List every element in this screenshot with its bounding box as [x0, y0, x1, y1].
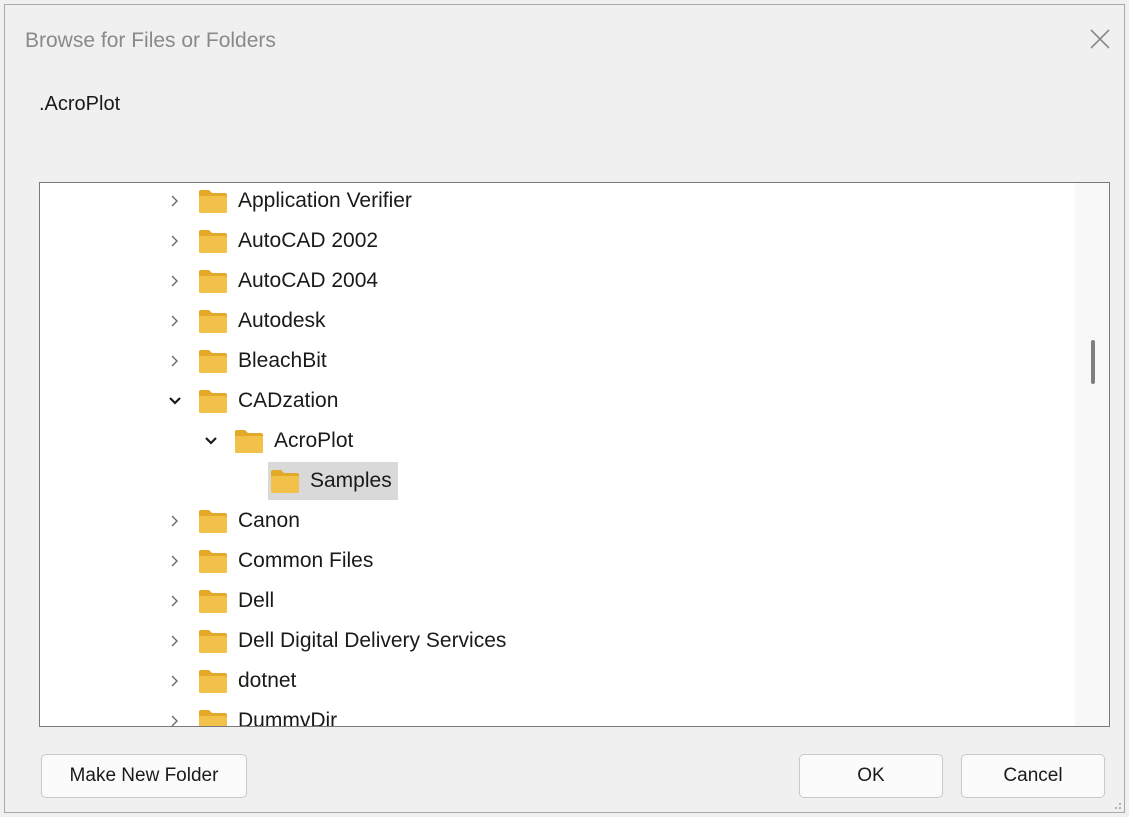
chevron-right-icon[interactable] [164, 190, 186, 212]
tree-item[interactable]: Autodesk [40, 301, 1075, 341]
make-new-folder-button[interactable]: Make New Folder [41, 754, 247, 798]
chevron-right-icon[interactable] [164, 670, 186, 692]
chevron-right-icon[interactable] [164, 510, 186, 532]
tree-item-label: Dell [238, 589, 275, 612]
folder-icon [199, 630, 227, 653]
tree-item-label: Common Files [238, 549, 374, 572]
tree-item[interactable]: Dell [40, 581, 1075, 621]
tree-item[interactable]: AutoCAD 2002 [40, 221, 1075, 261]
resize-grip-icon[interactable] [1112, 800, 1122, 810]
tree-item[interactable]: Application Verifier [40, 183, 1075, 221]
tree-item-node[interactable]: CADzation [196, 382, 344, 420]
folder-icon [199, 670, 227, 693]
tree-item-node[interactable]: dotnet [196, 662, 302, 700]
chevron-right-icon[interactable] [164, 630, 186, 652]
tree-item-label: AutoCAD 2002 [238, 229, 379, 252]
tree-item-node[interactable]: Dell [196, 582, 280, 620]
chevron-right-icon[interactable] [164, 310, 186, 332]
tree-item-label: Samples [310, 469, 392, 492]
chevron-right-icon[interactable] [164, 550, 186, 572]
tree-item[interactable]: AutoCAD 2004 [40, 261, 1075, 301]
chevron-right-icon[interactable] [164, 710, 186, 726]
chevron-down-icon[interactable] [164, 390, 186, 412]
folder-icon [199, 270, 227, 293]
folder-icon [199, 230, 227, 253]
cancel-button[interactable]: Cancel [961, 754, 1105, 798]
tree-item-node[interactable]: AutoCAD 2002 [196, 222, 384, 260]
chevron-right-icon[interactable] [164, 350, 186, 372]
folder-icon [199, 390, 227, 413]
chevron-right-icon[interactable] [164, 270, 186, 292]
tree-item-node[interactable]: DummyDir [196, 702, 343, 727]
folder-icon [199, 550, 227, 573]
browse-dialog: Browse for Files or Folders .AcroPlot Ap… [4, 4, 1125, 813]
tree-item-label: Canon [238, 509, 300, 532]
tree-item-label: dotnet [238, 669, 297, 692]
tree-item-node[interactable]: BleachBit [196, 342, 333, 380]
folder-tree-rows: Application Verifier AutoCAD 2002 AutoCAD … [40, 183, 1075, 727]
tree-item-label: DummyDir [238, 709, 338, 727]
tree-item[interactable]: CADzation [40, 381, 1075, 421]
chevron-right-icon[interactable] [164, 590, 186, 612]
chevron-down-icon[interactable] [200, 430, 222, 452]
tree-item-node[interactable]: AcroPlot [232, 422, 359, 460]
tree-item[interactable]: BleachBit [40, 341, 1075, 381]
tree-item-node[interactable]: Autodesk [196, 302, 332, 340]
scrollbar-thumb[interactable] [1091, 340, 1095, 384]
tree-item-node[interactable]: Canon [196, 502, 306, 540]
tree-item-label: AutoCAD 2004 [238, 269, 379, 292]
folder-icon [271, 470, 299, 493]
tree-item-label: Application Verifier [238, 189, 412, 212]
folder-icon [199, 510, 227, 533]
tree-item-label: Autodesk [238, 309, 326, 332]
ok-button[interactable]: OK [799, 754, 943, 798]
folder-icon [199, 710, 227, 726]
tree-item[interactable]: AcroPlot [40, 421, 1075, 461]
tree-item[interactable]: Dell Digital Delivery Services [40, 621, 1075, 661]
dialog-title: Browse for Files or Folders [25, 29, 276, 52]
close-icon [1090, 29, 1110, 49]
folder-icon [199, 350, 227, 373]
tree-item-node[interactable]: Dell Digital Delivery Services [196, 622, 512, 660]
folder-icon [199, 590, 227, 613]
folder-tree[interactable]: Application Verifier AutoCAD 2002 AutoCAD … [39, 182, 1110, 727]
vertical-scrollbar[interactable] [1075, 183, 1109, 726]
tree-item[interactable]: dotnet [40, 661, 1075, 701]
chevron-right-icon[interactable] [164, 230, 186, 252]
tree-item-label: CADzation [238, 389, 339, 412]
close-button[interactable] [1082, 21, 1118, 57]
tree-item[interactable]: DummyDir [40, 701, 1075, 727]
tree-item-node[interactable]: AutoCAD 2004 [196, 262, 384, 300]
tree-item-label: AcroPlot [274, 429, 354, 452]
tree-item-node[interactable]: Common Files [196, 542, 379, 580]
selected-path-label: .AcroPlot [39, 93, 121, 115]
title-bar[interactable]: Browse for Files or Folders [5, 5, 1124, 73]
tree-item-label: BleachBit [238, 349, 327, 372]
tree-item-node[interactable]: Application Verifier [196, 183, 418, 220]
tree-item-node[interactable]: Samples [268, 462, 398, 500]
tree-item[interactable]: Samples [40, 461, 1075, 501]
tree-item[interactable]: Common Files [40, 541, 1075, 581]
tree-item-label: Dell Digital Delivery Services [238, 629, 507, 652]
tree-item[interactable]: Canon [40, 501, 1075, 541]
folder-icon [235, 430, 263, 453]
folder-icon [199, 190, 227, 213]
folder-icon [199, 310, 227, 333]
